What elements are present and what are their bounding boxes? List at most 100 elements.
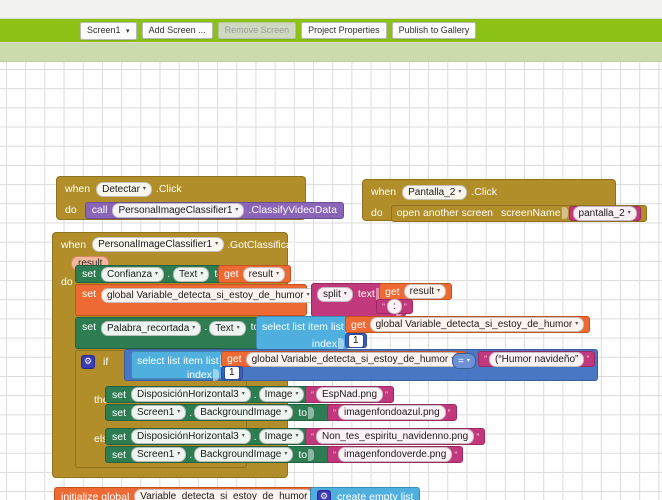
setter-property-dropdown[interactable]: Text ▾ [209,321,246,336]
screen-selector-label: Screen1 [87,24,121,35]
chevron-down-icon: ▾ [235,206,239,213]
get-variable-dropdown[interactable]: result ▾ [403,284,447,299]
call-component-dropdown[interactable]: PersonalImageClassifier1 ▾ [112,202,245,218]
text-value-dropdown[interactable]: pantalla_2 ▾ [572,205,637,221]
block-initialize-global[interactable]: initialize global Variable_detecta_si_es… [54,487,350,500]
publish-to-gallery-button[interactable]: Publish to Gallery [391,22,477,39]
block-set-global-humor[interactable]: set global Variable_detecta_si_estoy_de_… [75,284,337,316]
blocks-workspace[interactable]: when Detectar ▾ .Click do call PersonalI… [0,62,662,500]
block-text-humor-navideno[interactable]: ” (“Humor navideño” ” [478,351,596,367]
block-get-result[interactable]: get result ▾ [218,265,292,283]
split-operation-dropdown[interactable]: split ▾ [317,286,353,302]
text-value-label: pantalla_2 [578,207,625,219]
setter-property-dropdown[interactable]: BackgroundImage ▾ [194,447,294,462]
setter-property-dropdown[interactable]: BackgroundImage ▾ [194,405,294,420]
index-label: index [311,337,337,350]
keyword-get: get [227,353,242,365]
dot-separator: . [167,268,170,280]
block-set-palabra-recortada[interactable]: set Palabra_recortada ▾ . Text ▾ to [75,317,267,349]
keyword-set: set [112,448,127,461]
setter-property-dropdown[interactable]: Image ▾ [258,387,305,402]
get-variable-label: result [248,268,274,280]
setter-component-dropdown[interactable]: DisposiciónHorizontal3 ▾ [131,387,251,402]
block-number-index-palabra[interactable]: 1 [345,333,367,348]
block-create-empty-list[interactable]: ⚙ create empty list [310,487,421,500]
toolbar-subbar [0,43,662,62]
get-variable-dropdown[interactable]: global Variable_detecta_si_estoy_de_humo… [245,351,461,367]
setter-component-dropdown[interactable]: Confianza ▾ [101,266,165,282]
mutator-gear-icon[interactable]: ⚙ [317,489,331,500]
setter-property-label: Text [178,268,198,280]
dot-separator: . [204,321,208,333]
project-properties-button[interactable]: Project Properties [301,22,387,39]
setter-component-dropdown[interactable]: Screen1 ▾ [131,405,187,420]
keyword-when: when [65,183,91,195]
screen-selector-dropdown[interactable]: Screen1 ▾ [80,21,137,40]
setter-property-dropdown[interactable]: Image ▾ [258,429,305,444]
block-text-imagenfondoverde[interactable]: ” imagenfondoverde.png ” [327,446,464,463]
keyword-call: call [91,204,108,216]
setter-property-label: Image [264,389,293,400]
setter-property-dropdown[interactable]: Text ▾ [172,266,210,282]
setter-component-label: Confianza [107,268,153,280]
text-value[interactable]: imagenfondoverde.png [338,447,453,462]
block-when-detectar-click[interactable]: when Detectar ▾ .Click do call PersonalI… [56,176,344,220]
global-name-field[interactable]: Variable_detecta_si_estoy_de_humor [134,489,314,500]
keyword-get: get [385,285,400,298]
block-call-classify-video-data[interactable]: call PersonalImageClassifier1 ▾ .Classif… [84,201,344,219]
setter-component-label: Screen1 [137,449,175,460]
open-screen-label: open another screen [396,207,494,219]
block-get-result-split[interactable]: get result ▾ [379,283,453,300]
compare-text-value[interactable]: (“Humor navideño” [489,351,585,367]
setter-component-dropdown[interactable]: Screen1 ▾ [131,447,187,462]
get-variable-label: result [409,286,435,297]
get-variable-dropdown[interactable]: result ▾ [242,266,286,282]
block-text-pantalla2[interactable]: pantalla_2 ▾ [568,205,641,221]
block-number-index-condition[interactable]: 1 [221,366,243,380]
dot-separator: . [253,430,257,443]
setter-property-label: BackgroundImage [200,407,282,418]
block-set-screen1-bg-else[interactable]: set Screen1 ▾ . BackgroundImage ▾ to [105,446,332,463]
event-component-dropdown[interactable]: Detectar ▾ [96,181,152,197]
call-component-label: PersonalImageClassifier1 [118,204,233,216]
text-separator-value[interactable]: : [387,299,402,314]
chevron-down-icon: ▾ [284,409,288,415]
setter-component-label: DisposiciónHorizontal3 [137,431,239,442]
index-number-value[interactable]: 1 [348,333,364,348]
comparison-operator-dropdown[interactable]: = ▾ [452,353,476,369]
get-variable-dropdown[interactable]: global Variable_detecta_si_estoy_de_humo… [369,317,585,332]
event-component-dropdown[interactable]: PersonalImageClassifier1 ▾ [92,237,225,252]
block-text-imagenfondoazul[interactable]: ” imagenfondoazul.png ” [327,404,457,421]
chevron-down-icon: ▾ [177,409,181,415]
close-quote-icon: ” [385,389,389,400]
setter-component-dropdown[interactable]: Palabra_recortada ▾ [101,321,202,336]
block-set-screen1-bg-then[interactable]: set Screen1 ▾ . BackgroundImage ▾ to [105,404,332,421]
block-text-non-tes-espiritu[interactable]: ” Non_tes_espiritu_navidenno.png ” [305,428,486,445]
text-value[interactable]: EspNad.png [316,387,384,402]
block-select-list-item-condition[interactable]: select list item list index [131,351,226,381]
block-set-disposicion-image-then[interactable]: set DisposiciónHorizontal3 ▾ . Image ▾ t… [105,386,326,403]
text-value[interactable]: imagenfondoazul.png [338,405,446,420]
block-text-separator[interactable]: ” : ” [376,299,413,314]
block-select-list-item-palabra[interactable]: select list item list index [256,316,351,350]
block-set-disposicion-image-else[interactable]: set DisposiciónHorizontal3 ▾ . Image ▾ t… [105,428,326,445]
index-number-value[interactable]: 1 [224,366,240,380]
mutator-gear-icon[interactable]: ⚙ [81,354,95,369]
add-screen-button[interactable]: Add Screen ... [141,22,213,39]
setter-component-label: Screen1 [137,407,175,418]
dot-separator: . [189,406,193,419]
keyword-get: get [351,318,366,331]
block-get-global-humor-condition[interactable]: get global Variable_detecta_si_estoy_de_… [221,351,467,367]
block-open-another-screen[interactable]: open another screen screenName pantalla_… [390,204,647,222]
event-component-dropdown[interactable]: Pantalla_2 ▾ [402,184,468,200]
block-text-espnad[interactable]: ” EspNad.png ” [305,386,395,403]
global-variable-dropdown[interactable]: global Variable_detecta_si_estoy_de_humo… [101,288,316,303]
chevron-down-icon: ▾ [276,270,280,277]
setter-component-dropdown[interactable]: DisposiciónHorizontal3 ▾ [131,429,251,444]
keyword-set: set [112,388,127,401]
setter-component-label: DisposiciónHorizontal3 [137,389,239,400]
block-get-global-humor-palabra[interactable]: get global Variable_detecta_si_estoy_de_… [345,316,591,333]
block-when-pantalla2-click[interactable]: when Pantalla_2 ▾ .Click do open another… [362,179,647,222]
remove-screen-button: Remove Screen [217,22,297,39]
text-value[interactable]: Non_tes_espiritu_navidenno.png [316,429,475,444]
